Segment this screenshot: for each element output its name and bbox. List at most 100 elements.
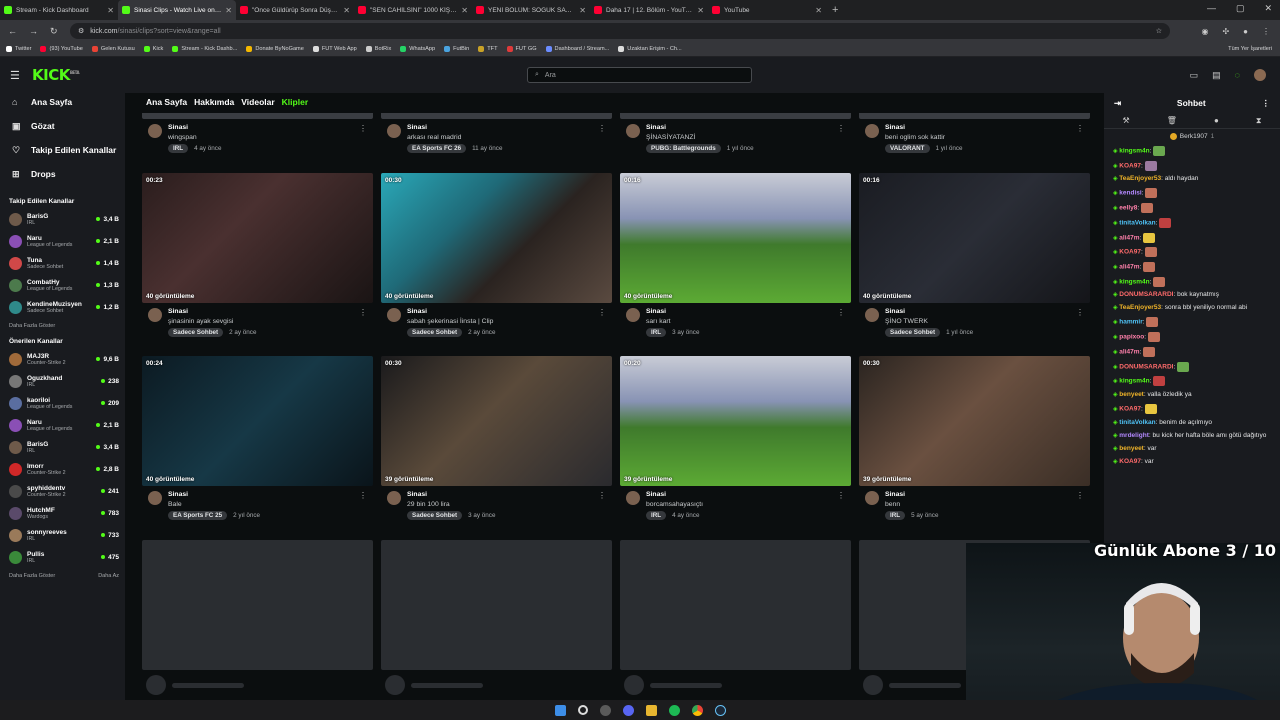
clip-card[interactable]: Sinasi beni oglim sok kattir VALORANT 1 yıl… xyxy=(859,113,1090,153)
clip-title[interactable]: Bale xyxy=(168,501,359,508)
clip-card[interactable]: 00:30 39 görüntüleme Sinasi 29 bin 100 lira… xyxy=(381,356,612,520)
chat-username[interactable]: TeaEnjoyer53 xyxy=(1119,304,1161,311)
new-tab-icon[interactable]: + xyxy=(832,4,838,16)
hourglass-icon[interactable]: ⧗ xyxy=(1256,116,1262,126)
clip-channel-name[interactable]: Sinasi xyxy=(646,491,837,498)
chat-username[interactable]: ali47m xyxy=(1119,349,1139,356)
chat-username[interactable]: kendisi xyxy=(1119,190,1141,197)
clip-thumbnail[interactable]: 00:20 39 görüntüleme xyxy=(620,356,851,486)
bookmark-item[interactable]: Donate ByNoGame xyxy=(246,46,304,52)
chat-username[interactable]: eelly8 xyxy=(1119,205,1137,212)
clip-options-icon[interactable]: ⋮ xyxy=(1076,124,1084,153)
bookmark-item[interactable]: FUT GG xyxy=(506,46,537,52)
clip-thumbnail[interactable]: 00:30 39 görüntüleme xyxy=(859,356,1090,486)
sidebar-channel[interactable]: sonnyreeves IRL 733 xyxy=(0,524,125,546)
channel-tab[interactable]: Klipler xyxy=(282,97,308,107)
clip-category-badge[interactable]: EA Sports FC 26 xyxy=(407,144,467,153)
theater-mode-icon[interactable]: ▭ xyxy=(1190,70,1199,81)
bookmark-item[interactable]: Dashboard / Stream... xyxy=(545,46,609,52)
clip-title[interactable]: ŞİNASİYATANZİ xyxy=(646,134,837,141)
chat-username[interactable]: papixoo xyxy=(1119,334,1144,341)
back-icon[interactable]: ← xyxy=(8,26,17,37)
clip-channel-name[interactable]: Sinasi xyxy=(168,308,359,315)
notification-ring-icon[interactable]: ◌ xyxy=(1235,70,1240,80)
collapse-chat-icon[interactable]: ⇥ xyxy=(1114,98,1121,109)
tab-close-icon[interactable]: ✕ xyxy=(815,6,822,15)
sidebar-channel[interactable]: MAJ3R Counter-Strike 2 9,6 B xyxy=(0,348,125,370)
chat-username[interactable]: TeaEnjoyer53 xyxy=(1119,175,1161,182)
clip-title[interactable]: şinasinin ayak sevgisi xyxy=(168,318,359,325)
clip-thumbnail-edge[interactable] xyxy=(381,113,612,119)
chat-settings-icon[interactable]: ⋮ xyxy=(1262,98,1271,109)
clip-category-badge[interactable]: Sadece Sohbet xyxy=(407,328,463,337)
chat-username[interactable]: DONUMSARARDI xyxy=(1119,363,1173,370)
clip-card[interactable]: 00:30 40 görüntüleme Sinasi sabah şekerinas… xyxy=(381,173,612,337)
forward-icon[interactable]: → xyxy=(29,26,38,37)
tab-close-icon[interactable]: ✕ xyxy=(225,6,232,15)
browser-tab[interactable]: "SEN CAHİLSİNİ" 1000 KİŞİ İLE ✕ xyxy=(354,0,472,20)
clip-channel-name[interactable]: Sinasi xyxy=(885,491,1076,498)
clip-title[interactable]: sarı kart xyxy=(646,318,837,325)
tab-close-icon[interactable]: ✕ xyxy=(697,6,704,15)
clip-options-icon[interactable]: ⋮ xyxy=(837,124,845,153)
sidebar-channel[interactable]: BarisG IRL 3,4 B xyxy=(0,208,125,230)
clip-category-badge[interactable]: IRL xyxy=(885,511,906,520)
recommended-show-less-link[interactable]: Daha Az xyxy=(98,573,119,579)
clip-channel-name[interactable]: Sinasi xyxy=(407,308,598,315)
bookmark-item[interactable]: Stream - Kick Dashb... xyxy=(172,46,237,52)
pinned-gifter[interactable]: Berk1907 1 xyxy=(1104,129,1280,143)
maximize-icon[interactable]: ▢ xyxy=(1236,3,1245,14)
clip-options-icon[interactable]: ⋮ xyxy=(359,124,367,153)
trash-icon[interactable]: 🗑︎ xyxy=(1167,116,1177,125)
bookmark-item[interactable]: (93) YouTube xyxy=(40,46,83,52)
browser-tab[interactable]: YENİ BÖLÜM: SOĞUK SAVAŞ EI ✕ xyxy=(472,0,590,20)
chat-username[interactable]: KOA97 xyxy=(1119,249,1141,256)
clip-channel-name[interactable]: Sinasi xyxy=(646,308,837,315)
clip-title[interactable]: sabah şekerinasi İinsta | Clip xyxy=(407,318,598,325)
clip-category-badge[interactable]: IRL xyxy=(168,144,189,153)
chat-username[interactable]: KOA97 xyxy=(1119,162,1141,169)
clip-title[interactable]: 29 bin 100 lira xyxy=(407,501,598,508)
sidebar-channel[interactable]: Pullis IRL 475 xyxy=(0,546,125,568)
sidebar-channel[interactable]: Naru League of Legends 2,1 B xyxy=(0,414,125,436)
clip-card[interactable]: 00:16 40 görüntüleme Sinasi sarı kart IRL 3 a… xyxy=(620,173,851,337)
dashboard-icon[interactable]: ▤ xyxy=(1212,70,1221,81)
bookmark-item[interactable]: FutBin xyxy=(444,46,469,52)
clip-title[interactable]: arkası real madrid xyxy=(407,134,598,141)
hamburger-menu-icon[interactable]: ☰ xyxy=(10,69,24,82)
user-avatar[interactable] xyxy=(1254,69,1266,81)
chat-username[interactable]: DONUMSARARDI xyxy=(1119,291,1173,298)
browser-tab[interactable]: Stream - Kick Dashboard ✕ xyxy=(0,0,118,20)
clip-channel-name[interactable]: Sinasi xyxy=(646,124,837,131)
clip-title[interactable]: borcamsahayasıçtı xyxy=(646,501,837,508)
clip-channel-avatar[interactable] xyxy=(387,124,401,138)
taskbar-search-icon[interactable] xyxy=(577,705,588,715)
clip-card[interactable]: 00:20 39 görüntüleme Sinasi borcamsahayasıç… xyxy=(620,356,851,520)
clip-card[interactable]: Sinasi ŞİNASİYATANZİ PUBG: Battlegrounds 1 … xyxy=(620,113,851,153)
channel-tab[interactable]: Videolar xyxy=(241,97,274,107)
followed-show-more-link[interactable]: Daha Fazla Göster xyxy=(9,323,55,329)
clip-channel-avatar[interactable] xyxy=(626,308,640,322)
file-explorer-icon[interactable] xyxy=(645,704,657,716)
clip-card[interactable]: 00:30 39 görüntüleme Sinasi benn IRL 5 ay önc… xyxy=(859,356,1090,520)
chat-username[interactable]: hammir xyxy=(1119,319,1142,326)
bookmark-item[interactable]: Gelen Kutusu xyxy=(91,46,135,52)
bookmark-item[interactable]: Kick xyxy=(143,46,163,52)
bookmark-item[interactable]: FUT Web App xyxy=(312,46,357,52)
clip-thumbnail-edge[interactable] xyxy=(620,113,851,119)
spotify-icon[interactable] xyxy=(668,704,680,716)
sidebar-channel[interactable]: kaoriloi League of Legends 209 xyxy=(0,392,125,414)
chat-username[interactable]: kingsm4n xyxy=(1119,278,1149,285)
bookmark-item[interactable]: BotRix xyxy=(365,46,391,52)
clip-thumbnail[interactable]: 00:16 40 görüntüleme xyxy=(859,173,1090,303)
kick-logo[interactable]: KICKBETA xyxy=(32,66,80,84)
clip-card[interactable]: 00:23 40 görüntüleme Sinasi şinasinin ayak … xyxy=(142,173,373,337)
clip-title[interactable]: beni oglim sok kattir xyxy=(885,134,1076,141)
clip-thumbnail[interactable]: 00:30 39 görüntüleme xyxy=(381,356,612,486)
chat-username[interactable]: benyeet xyxy=(1119,445,1144,452)
site-info-icon[interactable]: ⚙ xyxy=(78,27,84,35)
clip-channel-name[interactable]: Sinasi xyxy=(407,124,598,131)
clip-card[interactable]: 00:16 40 görüntüleme Sinasi ŞİNO TWERK Sadec… xyxy=(859,173,1090,337)
clip-category-badge[interactable]: EA Sports FC 25 xyxy=(168,511,228,520)
sidebar-channel[interactable]: KendineMuzisyen Sadece Sohbet 1,2 B xyxy=(0,296,125,318)
